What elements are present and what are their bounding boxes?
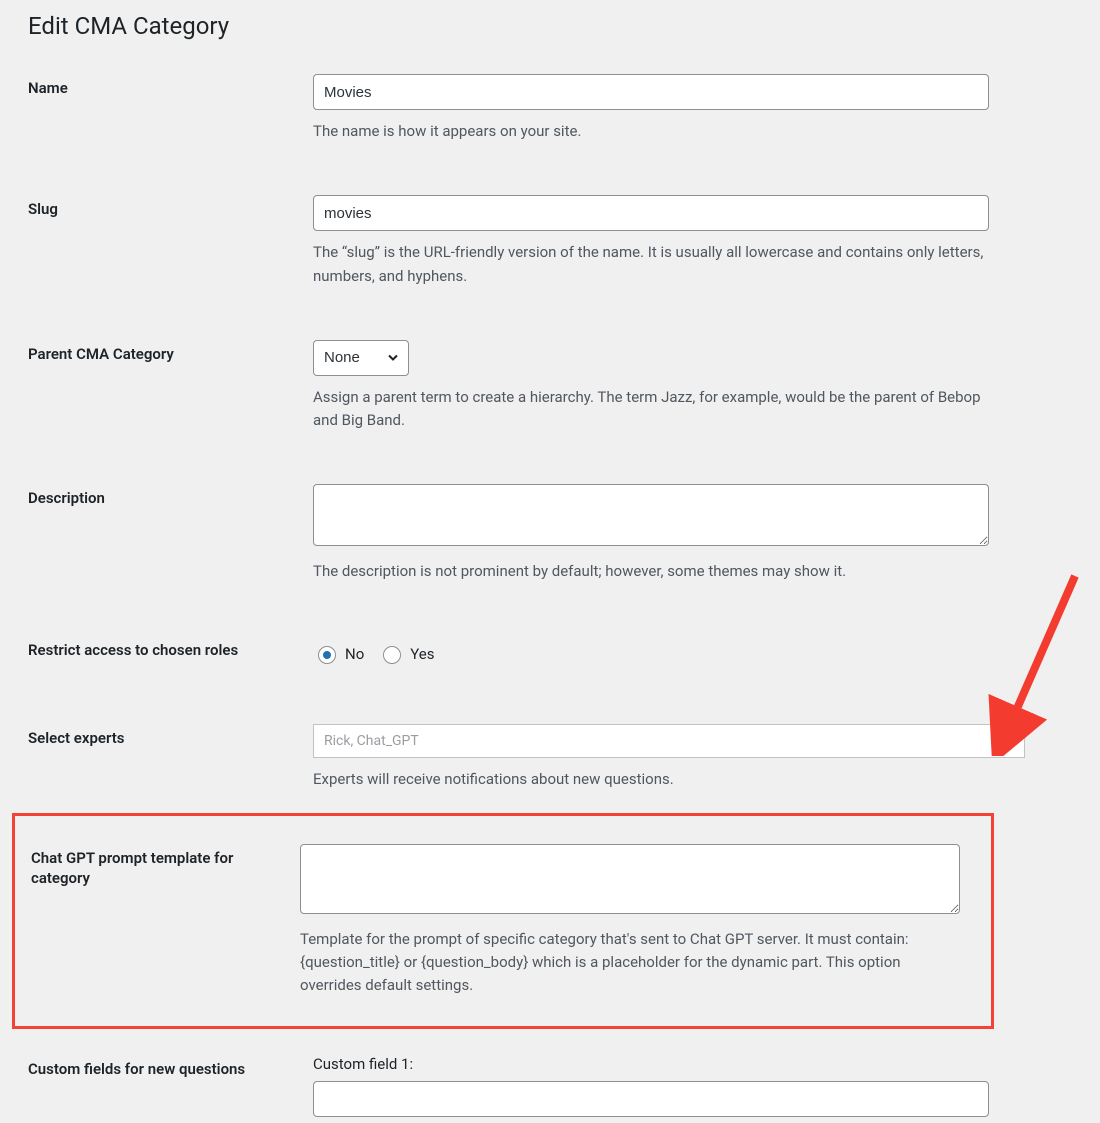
gpt-help: Template for the prompt of specific cate…	[300, 928, 960, 998]
restrict-label: Restrict access to chosen roles	[28, 641, 238, 659]
slug-help: The “slug” is the URL-friendly version o…	[313, 241, 989, 288]
description-textarea[interactable]	[313, 484, 989, 546]
restrict-no-label: No	[345, 645, 364, 663]
name-help: The name is how it appears on your site.	[313, 120, 989, 143]
name-input[interactable]	[313, 74, 989, 110]
description-label: Description	[28, 489, 105, 507]
experts-help: Experts will receive notifications about…	[313, 768, 989, 791]
slug-label: Slug	[28, 200, 58, 218]
customfields-label: Custom fields for new questions	[28, 1060, 245, 1078]
dropdown-icon	[1002, 738, 1014, 744]
gpt-section-highlight: Chat GPT prompt template for category Te…	[12, 813, 994, 1029]
customfield1-label: Custom field 1:	[313, 1055, 1072, 1073]
restrict-radio-yes[interactable]	[383, 646, 401, 664]
gpt-textarea[interactable]	[300, 844, 960, 914]
restrict-radio-no[interactable]	[318, 646, 336, 664]
experts-value: Rick, Chat_GPT	[324, 733, 419, 749]
slug-input[interactable]	[313, 195, 989, 231]
parent-help: Assign a parent term to create a hierarc…	[313, 386, 989, 433]
experts-select[interactable]: Rick, Chat_GPT	[313, 724, 1025, 758]
page-title: Edit CMA Category	[28, 12, 1072, 40]
description-help: The description is not prominent by defa…	[313, 560, 989, 583]
experts-label: Select experts	[28, 729, 124, 747]
restrict-yes-label: Yes	[410, 645, 434, 663]
name-label: Name	[28, 79, 68, 97]
parent-label: Parent CMA Category	[28, 345, 174, 363]
gpt-label: Chat GPT prompt template for category	[31, 849, 233, 887]
customfield1-input[interactable]	[313, 1081, 989, 1117]
parent-select[interactable]: None	[313, 340, 409, 376]
